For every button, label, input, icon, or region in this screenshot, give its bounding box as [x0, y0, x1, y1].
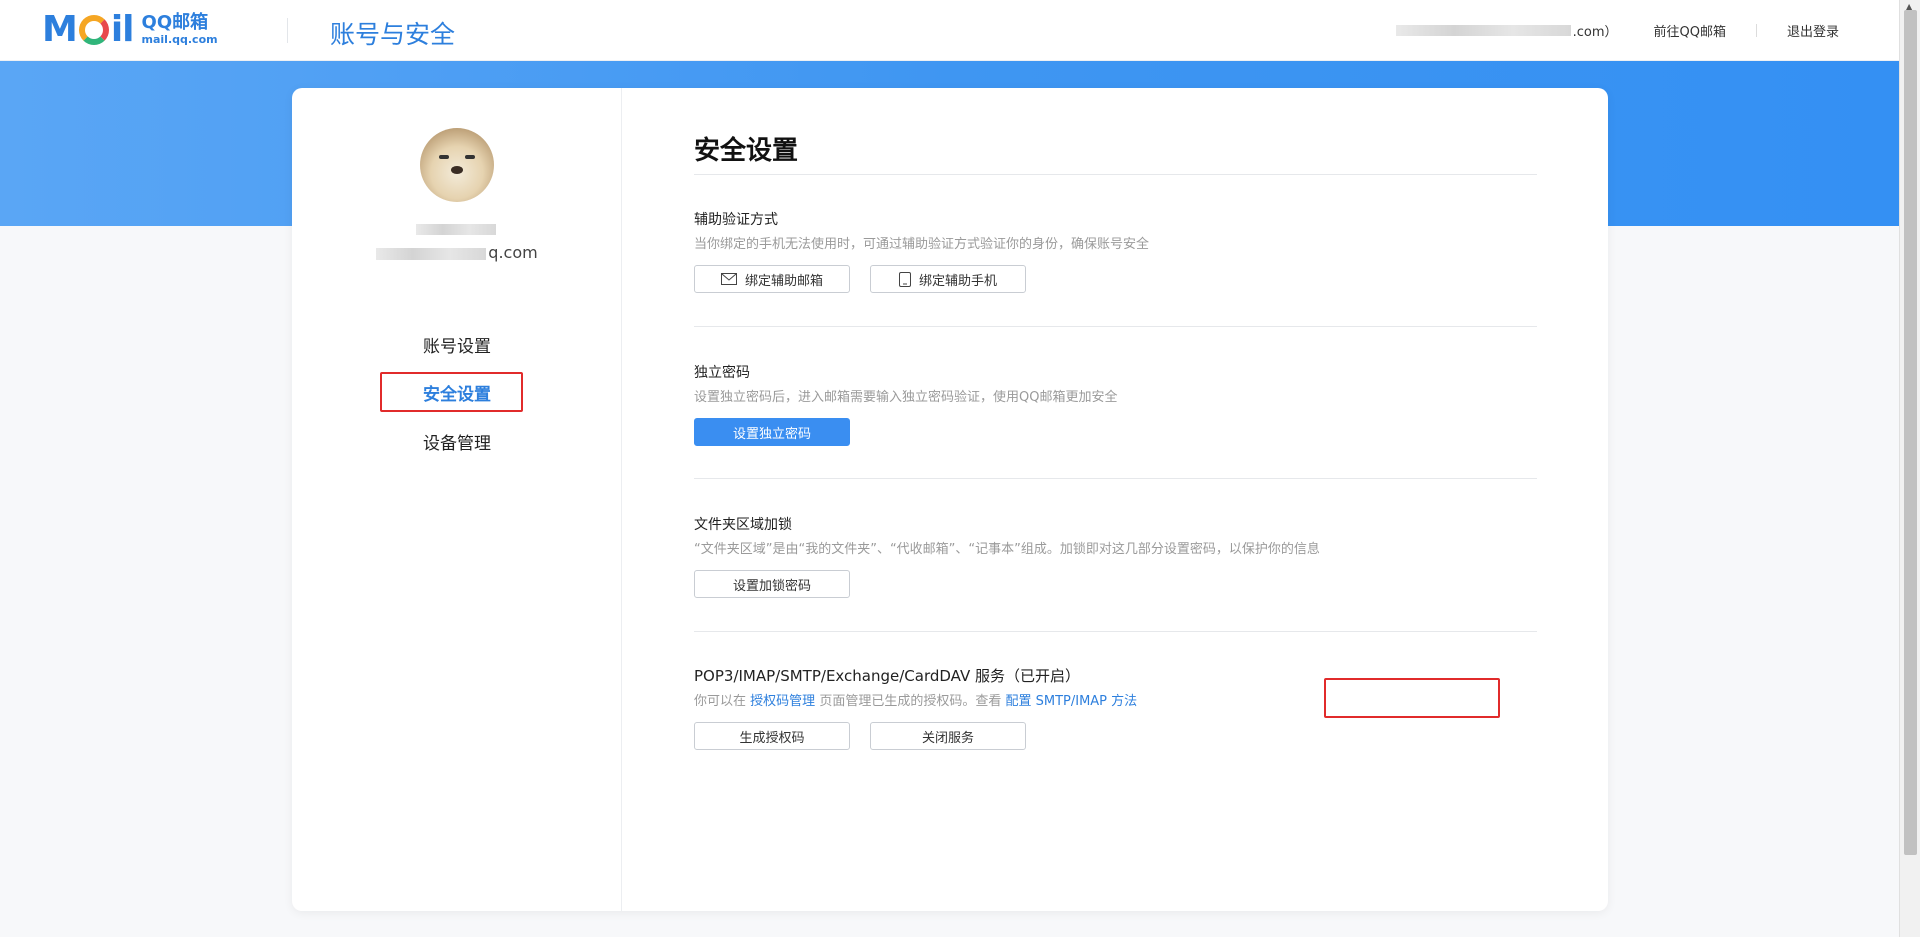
logout-link[interactable]: 退出登录: [1787, 21, 1839, 40]
button-row: 设置加锁密码: [694, 570, 1537, 598]
mail-icon: [720, 273, 737, 285]
page-title: 账号与安全: [330, 20, 456, 49]
logo-subtitle: QQ邮箱 mail.qq.com: [142, 13, 218, 47]
button-label: 设置独立密码: [732, 426, 811, 442]
top-bar: Mil QQ邮箱 mail.qq.com 账号与安全 .com） 前往QQ邮箱 …: [0, 0, 1899, 61]
redacted-account: [1395, 25, 1571, 36]
scrollbar-thumb[interactable]: [1904, 10, 1917, 855]
security-heading: 安全设置: [694, 136, 799, 166]
button-row: 生成授权码 关闭服务: [694, 722, 1537, 750]
logo-wordmark: Mil: [42, 9, 135, 50]
disable-service-button[interactable]: 关闭服务: [870, 722, 1026, 750]
set-independent-password-button[interactable]: 设置独立密码: [694, 418, 850, 446]
page-root: Mil QQ邮箱 mail.qq.com 账号与安全 .com） 前往QQ邮箱 …: [0, 0, 1920, 937]
section-title: 文件夹区域加锁: [694, 517, 792, 533]
page-scrollbar[interactable]: ▲: [1899, 0, 1920, 937]
section-desc: “文件夹区域”是由“我的文件夹”、“代收邮箱”、“记事本”组成。加锁即对这几部分…: [694, 542, 1320, 557]
section-independent-password: 独立密码 设置独立密码后，进入邮箱需要输入独立密码验证，使用QQ邮箱更加安全 设…: [694, 362, 1537, 446]
header-separator: [1755, 24, 1757, 37]
logo-zh: QQ邮箱: [141, 12, 209, 33]
section-title: 独立密码: [694, 365, 750, 381]
section-divider: [694, 478, 1537, 479]
logo-ring-icon: [78, 15, 109, 45]
set-lock-password-button[interactable]: 设置加锁密码: [694, 570, 850, 598]
section-folder-lock: 文件夹区域加锁 “文件夹区域”是由“我的文件夹”、“代收邮箱”、“记事本”组成。…: [694, 514, 1537, 598]
user-email: q.com: [292, 243, 622, 262]
settings-card: q.com 账号设置 安全设置 设备管理 安全设置 辅助验证方式 当你绑定的手机…: [292, 88, 1608, 911]
highlight-smtp-link: [1324, 678, 1500, 718]
highlight-security-nav: [380, 372, 523, 412]
account-suffix: .com）: [1572, 25, 1618, 40]
button-label: 关闭服务: [921, 730, 974, 746]
smtp-imap-config-link[interactable]: 配置 SMTP/IMAP 方法: [1005, 694, 1137, 709]
logo-en: mail.qq.com: [141, 33, 218, 46]
redacted-email: [376, 247, 487, 260]
goto-mail-link[interactable]: 前往QQ邮箱: [1654, 21, 1726, 40]
generate-auth-code-button[interactable]: 生成授权码: [694, 722, 850, 750]
button-row: 绑定辅助邮箱 绑定辅助手机: [694, 265, 1537, 293]
avatar[interactable]: [420, 128, 494, 202]
desc-prefix: 你可以在: [694, 694, 747, 709]
button-row: 设置独立密码: [694, 418, 1537, 446]
bind-backup-email-button[interactable]: 绑定辅助邮箱: [694, 265, 850, 293]
button-label: 设置加锁密码: [732, 578, 811, 594]
redacted-nickname: [416, 224, 496, 235]
phone-icon: [898, 271, 911, 287]
masked-account: .com）: [1395, 21, 1618, 40]
email-suffix: q.com: [488, 243, 538, 262]
heading-divider: [694, 174, 1537, 175]
avatar-nose-icon: [451, 166, 463, 174]
main-content: 安全设置 辅助验证方式 当你绑定的手机无法使用时，可通过辅助验证方式验证你的身份…: [694, 88, 1537, 911]
button-label: 绑定辅助邮箱: [744, 273, 823, 289]
section-desc: 当你绑定的手机无法使用时，可通过辅助验证方式验证你的身份，确保账号安全: [694, 237, 1150, 252]
section-divider: [694, 631, 1537, 632]
section-title: 辅助验证方式: [694, 212, 778, 228]
header-actions: .com） 前往QQ邮箱 退出登录: [1395, 21, 1839, 40]
section-divider: [694, 326, 1537, 327]
avatar-eye-icon: [439, 155, 449, 159]
nav-account-settings[interactable]: 账号设置: [292, 332, 622, 357]
nav-device-management[interactable]: 设备管理: [292, 429, 622, 454]
desc-middle: 页面管理已生成的授权码。查看: [819, 694, 1002, 709]
header-divider: [287, 18, 288, 43]
section-aux-verification: 辅助验证方式 当你绑定的手机无法使用时，可通过辅助验证方式验证你的身份，确保账号…: [694, 209, 1537, 293]
button-label: 绑定辅助手机: [918, 273, 997, 289]
bind-backup-phone-button[interactable]: 绑定辅助手机: [870, 265, 1026, 293]
nickname: [292, 221, 622, 239]
sidebar: q.com 账号设置 安全设置 设备管理: [292, 88, 622, 911]
section-desc: 设置独立密码后，进入邮箱需要输入独立密码验证，使用QQ邮箱更加安全: [694, 390, 1118, 405]
button-label: 生成授权码: [739, 730, 805, 746]
qq-mail-logo[interactable]: Mil QQ邮箱 mail.qq.com: [42, 12, 218, 48]
avatar-eye-icon: [465, 155, 475, 159]
auth-code-manage-link[interactable]: 授权码管理: [750, 694, 815, 709]
